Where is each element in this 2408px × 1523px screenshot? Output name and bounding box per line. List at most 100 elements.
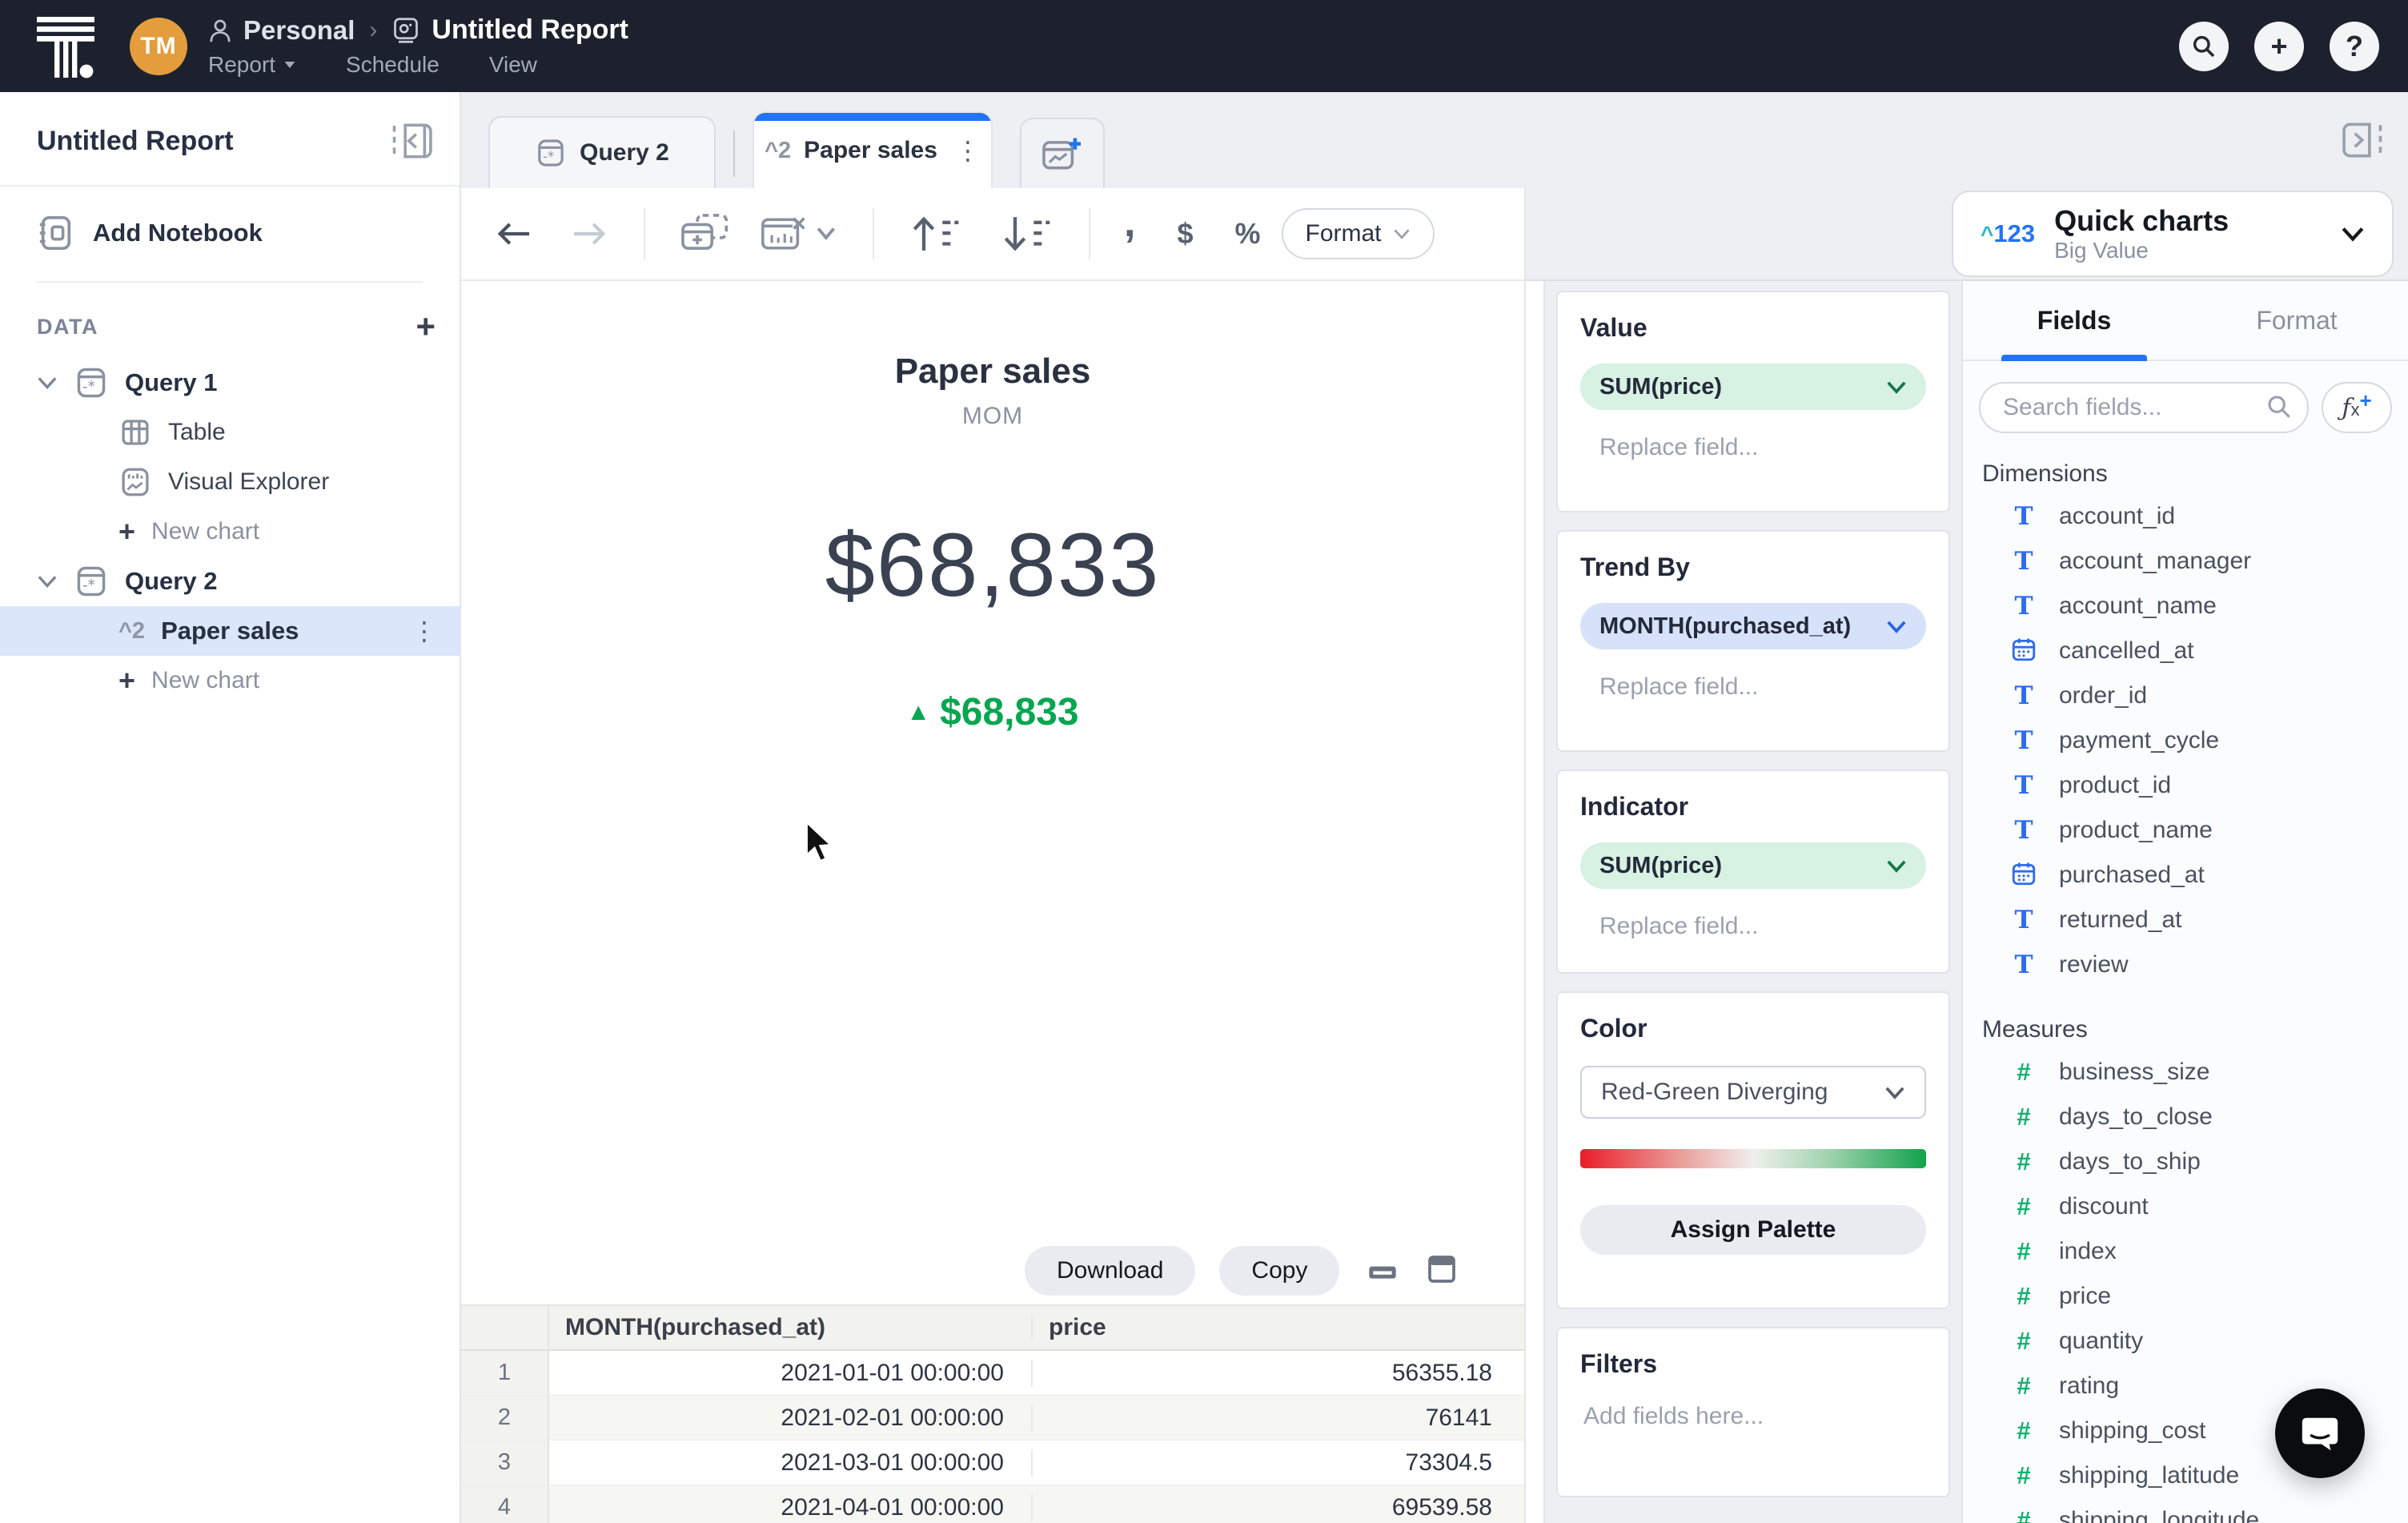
number-type-icon: #: [2017, 1147, 2031, 1175]
indicator-field-pill[interactable]: SUM(price): [1580, 842, 1926, 889]
field-business-size[interactable]: # business_size: [1963, 1050, 2408, 1095]
copy-button[interactable]: Copy: [1219, 1246, 1340, 1296]
delete-chart-button[interactable]: [759, 211, 839, 256]
number-type-icon: #: [2017, 1461, 2031, 1489]
undo-button[interactable]: [493, 218, 535, 250]
chat-support-button[interactable]: [2275, 1388, 2365, 1478]
data-section-label: DATA: [37, 314, 98, 339]
search-fields-input[interactable]: [1979, 382, 2309, 433]
tab-query2[interactable]: -* Query 2: [488, 116, 716, 188]
sidebar-item-query1[interactable]: -* Query 1: [0, 358, 460, 408]
field-payment-cycle[interactable]: Tpayment_cycle: [1963, 718, 2408, 763]
indicator-replace-dropzone[interactable]: Replace field...: [1580, 913, 1926, 940]
chevron-down-icon[interactable]: [37, 574, 58, 589]
tab-kebab-menu-icon[interactable]: ⋮: [955, 135, 981, 166]
currency-format-button[interactable]: $: [1177, 217, 1193, 251]
collapse-table-button[interactable]: [1367, 1256, 1399, 1287]
comma-format-button[interactable]: ,: [1124, 199, 1135, 258]
redo-button[interactable]: [568, 218, 610, 250]
query-icon: -*: [77, 368, 106, 398]
tab-format[interactable]: Format: [2185, 281, 2408, 360]
add-formula-button[interactable]: ƒx+: [2322, 382, 2392, 433]
avatar[interactable]: TM: [130, 17, 187, 75]
field-cancelled-at[interactable]: cancelled_at: [1963, 629, 2408, 673]
add-button[interactable]: +: [2254, 21, 2304, 71]
tab-fields[interactable]: Fields: [1963, 281, 2185, 360]
trend-by-field-pill[interactable]: MONTH(purchased_at): [1580, 603, 1926, 649]
tab-paper-sales[interactable]: ^2 Paper sales ⋮: [752, 111, 993, 188]
field-days-to-ship[interactable]: # days_to_ship: [1963, 1139, 2408, 1184]
color-label: Color: [1580, 1014, 1647, 1043]
quick-charts-dropdown[interactable]: ^123 Quick charts Big Value: [1952, 191, 2394, 277]
table-header-row: MONTH(purchased_at) price: [461, 1306, 1524, 1351]
field-product-id[interactable]: Tproduct_id: [1963, 763, 2408, 808]
brand-logo-icon[interactable]: [34, 12, 98, 81]
value-label: Value: [1580, 313, 1647, 342]
field-product-name[interactable]: Tproduct_name: [1963, 808, 2408, 853]
sidebar-item-query2[interactable]: -* Query 2: [0, 557, 460, 606]
field-order-id[interactable]: Torder_id: [1963, 673, 2408, 718]
field-account-manager[interactable]: Taccount_manager: [1963, 539, 2408, 584]
chevron-down-icon: [1885, 1087, 1904, 1099]
field-days-to-close[interactable]: # days_to_close: [1963, 1095, 2408, 1139]
duplicate-chart-button[interactable]: [679, 211, 732, 256]
sidebar-item-table[interactable]: Table: [0, 408, 460, 457]
download-button[interactable]: Download: [1025, 1246, 1196, 1296]
add-query-button[interactable]: +: [415, 310, 435, 344]
new-chart-query1-button[interactable]: + New chart: [0, 507, 460, 557]
fields-panel: Fields Format Search fields... ƒx+ Dimen…: [1963, 281, 2408, 1523]
menu-schedule[interactable]: Schedule: [346, 52, 439, 78]
expand-panel-button[interactable]: [2339, 120, 2384, 164]
menu-report[interactable]: Report: [208, 52, 296, 78]
field-returned-at[interactable]: Treturned_at: [1963, 898, 2408, 942]
breadcrumb-workspace[interactable]: Personal: [243, 15, 355, 46]
field-price[interactable]: # price: [1963, 1274, 2408, 1319]
result-table: MONTH(purchased_at) price 1 2021-01-01 0…: [461, 1304, 1524, 1523]
field-shipping-longitude[interactable]: # shipping_longitude: [1963, 1498, 2408, 1523]
filters-card: Filters Add fields here...: [1556, 1327, 1950, 1497]
caret-down-icon: [284, 62, 295, 68]
table-row[interactable]: 3 2021-03-01 00:00:00 73304.5: [461, 1441, 1524, 1485]
filters-dropzone[interactable]: Add fields here...: [1580, 1403, 1926, 1430]
field-quantity[interactable]: # quantity: [1963, 1319, 2408, 1364]
menu-view[interactable]: View: [489, 52, 537, 78]
field-index[interactable]: # index: [1963, 1229, 2408, 1274]
assign-palette-button[interactable]: Assign Palette: [1580, 1205, 1926, 1255]
plus-icon: +: [118, 664, 136, 697]
breadcrumb-report-title[interactable]: Untitled Report: [431, 14, 628, 46]
trend-by-replace-dropzone[interactable]: Replace field...: [1580, 673, 1926, 701]
collapse-sidebar-icon[interactable]: [391, 121, 435, 161]
field-discount[interactable]: # discount: [1963, 1184, 2408, 1229]
table-row[interactable]: 1 2021-01-01 00:00:00 56355.18: [461, 1351, 1524, 1396]
sort-ascending-button[interactable]: [908, 213, 964, 255]
percent-format-button[interactable]: %: [1234, 217, 1260, 251]
table-row[interactable]: 4 2021-04-01 00:00:00 69539.58: [461, 1485, 1524, 1523]
expand-table-button[interactable]: [1426, 1254, 1458, 1288]
sort-descending-button[interactable]: [999, 213, 1055, 255]
svg-text:-*: -*: [543, 149, 554, 164]
column-header-month[interactable]: MONTH(purchased_at): [549, 1314, 1033, 1341]
value-field-pill[interactable]: SUM(price): [1580, 364, 1926, 410]
quick-charts-title: Quick charts: [2054, 204, 2229, 238]
quick-charts-selected: Big Value: [2054, 237, 2149, 263]
add-notebook-button[interactable]: Add Notebook: [0, 187, 460, 276]
new-chart-query2-button[interactable]: + New chart: [0, 656, 460, 705]
field-purchased-at[interactable]: purchased_at: [1963, 853, 2408, 898]
column-header-price[interactable]: price: [1033, 1314, 1524, 1341]
chevron-down-icon[interactable]: [37, 376, 58, 390]
search-button[interactable]: [2179, 21, 2229, 71]
field-review[interactable]: Treview: [1963, 942, 2408, 987]
palette-gradient-preview: [1580, 1149, 1926, 1168]
field-account-id[interactable]: Taccount_id: [1963, 494, 2408, 539]
table-row[interactable]: 2 2021-02-01 00:00:00 76141: [461, 1396, 1524, 1441]
value-replace-dropzone[interactable]: Replace field...: [1580, 434, 1926, 461]
format-dropdown[interactable]: Format: [1281, 208, 1435, 259]
palette-select[interactable]: Red-Green Diverging: [1580, 1066, 1926, 1119]
kebab-menu-icon[interactable]: ⋮: [411, 616, 437, 646]
percent-icon: %: [1234, 217, 1261, 250]
sidebar-item-paper-sales[interactable]: ^2 Paper sales ⋮: [0, 606, 460, 656]
sidebar-item-visual-explorer[interactable]: Visual Explorer: [0, 457, 460, 507]
new-chart-tab-button[interactable]: [1020, 118, 1105, 188]
field-account-name[interactable]: Taccount_name: [1963, 584, 2408, 629]
help-button[interactable]: ?: [2330, 21, 2379, 71]
